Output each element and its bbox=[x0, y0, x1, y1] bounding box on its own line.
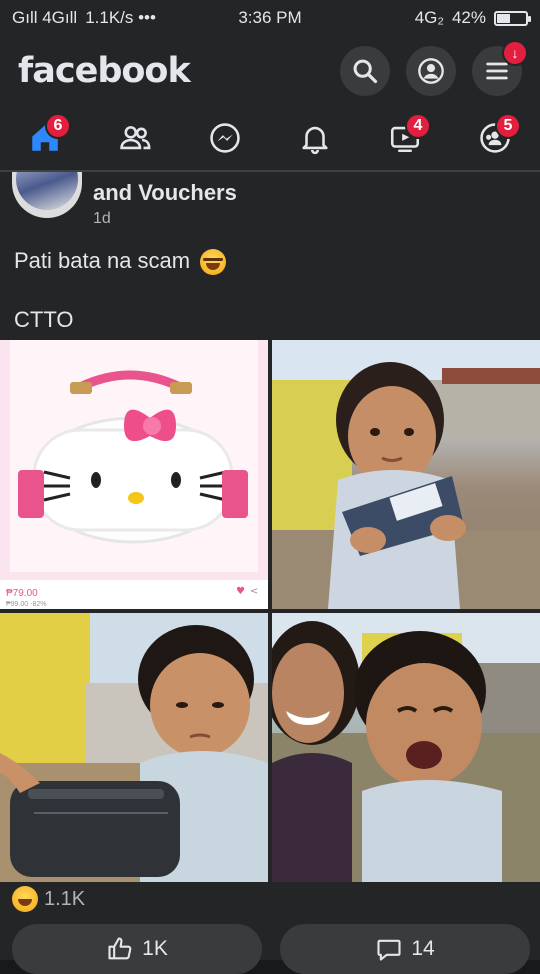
network-speed: 1.1K/s ••• bbox=[85, 8, 156, 27]
product-old-price: ₱99.00 -82% bbox=[6, 601, 46, 608]
comment-icon bbox=[377, 939, 401, 961]
tab-notifications[interactable] bbox=[285, 109, 345, 167]
post-text-line1: Pati bata na scam bbox=[14, 248, 191, 273]
search-icon bbox=[353, 59, 378, 84]
battery-icon bbox=[494, 10, 531, 26]
status-bar: Gıll 4Gıll 1.1K/s ••• 3:36 PM 4G₂ 42% bbox=[0, 0, 540, 36]
product-price: ₱79.00 bbox=[6, 588, 38, 599]
home-badge: 6 bbox=[45, 113, 71, 139]
author-avatar[interactable] bbox=[12, 172, 82, 218]
post-actions: 1K 14 bbox=[0, 924, 540, 974]
laughing-emoji-icon bbox=[200, 249, 227, 276]
photo-child-with-parcel[interactable] bbox=[272, 340, 540, 609]
tab-friends[interactable] bbox=[105, 109, 165, 167]
hello-kitty-bag-illustration: ₱79.00 ₱99.00 -82% ♥ < bbox=[0, 340, 268, 609]
feed-post: and Vouchers 1d Pati bata na scam CTTO ₱… bbox=[0, 172, 540, 974]
app-bar-actions: ↓ bbox=[340, 40, 528, 96]
like-count: 1K bbox=[142, 937, 168, 960]
menu-update-badge: ↓ bbox=[502, 40, 528, 66]
reaction-count: 1.1K bbox=[44, 887, 86, 910]
thumbs-up-icon bbox=[108, 937, 132, 960]
facebook-logo[interactable]: facebook bbox=[18, 51, 191, 91]
battery-percent: 42% bbox=[451, 8, 486, 27]
share-icon: < bbox=[250, 586, 258, 597]
friends-icon bbox=[120, 126, 151, 150]
messenger-icon bbox=[210, 123, 240, 153]
avatar-image bbox=[16, 172, 78, 210]
tab-home[interactable]: 6 bbox=[15, 109, 75, 167]
menu-button[interactable]: ↓ bbox=[472, 40, 528, 96]
profile-button[interactable] bbox=[406, 46, 456, 96]
child-pouch-illustration bbox=[0, 613, 268, 882]
photo-crying-child[interactable] bbox=[272, 613, 540, 882]
haha-reaction-icon bbox=[12, 886, 38, 912]
bell-icon bbox=[302, 126, 328, 155]
like-button[interactable]: 1K bbox=[12, 924, 262, 974]
photo-child-with-pouch[interactable] bbox=[0, 613, 268, 882]
status-left: Gıll 4Gıll 1.1K/s ••• bbox=[12, 8, 156, 28]
tab-groups[interactable]: 5 bbox=[465, 109, 525, 167]
status-right: 4G₂ 42% bbox=[414, 8, 531, 28]
photo-hello-kitty-bag[interactable]: ₱79.00 ₱99.00 -82% ♥ < bbox=[0, 340, 268, 609]
crying-child-illustration bbox=[272, 613, 540, 882]
heart-icon: ♥ bbox=[236, 586, 245, 597]
photo-grid: ₱79.00 ₱99.00 -82% ♥ < bbox=[0, 340, 540, 882]
tab-watch[interactable]: 4 bbox=[375, 109, 435, 167]
tab-bar: 6 4 5 bbox=[0, 106, 540, 172]
reaction-summary[interactable]: 1.1K bbox=[12, 886, 85, 912]
author-name[interactable]: and Vouchers bbox=[93, 180, 237, 206]
post-text: Pati bata na scam bbox=[14, 248, 227, 276]
post-text-credit: CTTO bbox=[14, 307, 74, 332]
app-bar: facebook ↓ bbox=[0, 36, 540, 106]
battery-fill bbox=[497, 13, 510, 23]
signal-indicator: Gıll 4Gıll bbox=[12, 8, 78, 27]
profile-icon bbox=[418, 58, 444, 84]
watch-badge: 4 bbox=[405, 113, 431, 139]
child-parcel-illustration bbox=[272, 340, 540, 609]
network-type: 4G₂ bbox=[414, 8, 444, 27]
groups-badge: 5 bbox=[495, 113, 521, 139]
search-button[interactable] bbox=[340, 46, 390, 96]
comment-button[interactable]: 14 bbox=[280, 924, 530, 974]
tab-messenger[interactable] bbox=[195, 109, 255, 167]
post-timestamp[interactable]: 1d bbox=[93, 210, 111, 228]
comment-count: 14 bbox=[411, 937, 435, 960]
